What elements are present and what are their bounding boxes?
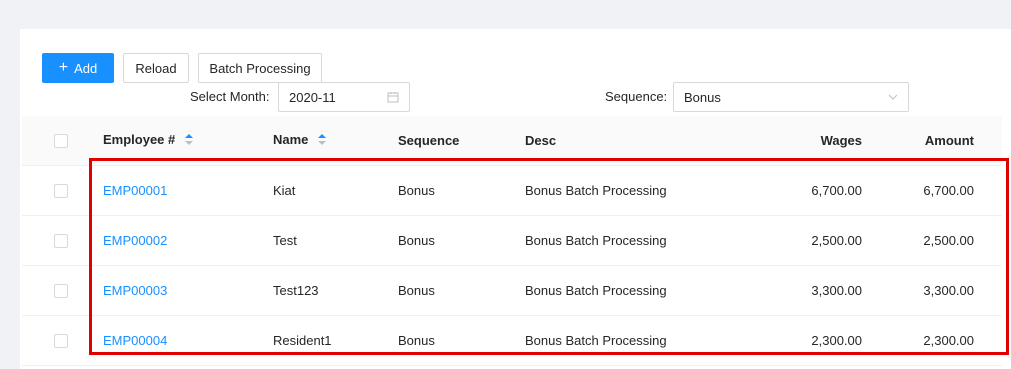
col-desc: Desc <box>525 116 730 166</box>
sequence-select[interactable]: Bonus <box>673 82 909 112</box>
select-all-checkbox[interactable] <box>54 134 68 149</box>
calendar-icon <box>387 91 399 103</box>
table-row: EMP00002 Test Bonus Bonus Batch Processi… <box>22 215 1002 266</box>
employee-name: Test123 <box>273 265 398 316</box>
desc-cell: Bonus Batch Processing <box>525 265 730 316</box>
desc-cell: Bonus Batch Processing <box>525 165 730 216</box>
row-checkbox[interactable] <box>54 183 68 198</box>
wages-cell: 6,700.00 <box>730 165 862 216</box>
add-button[interactable]: + Add <box>42 53 114 83</box>
row-checkbox[interactable] <box>54 333 68 348</box>
desc-cell: Bonus Batch Processing <box>525 315 730 366</box>
employee-link[interactable]: EMP00003 <box>103 283 167 298</box>
month-picker[interactable]: 2020-11 <box>278 82 410 112</box>
sort-icon[interactable] <box>184 133 193 148</box>
select-month-label: Select Month: <box>190 89 270 104</box>
col-employee-label: Employee # <box>103 132 176 148</box>
sequence-cell: Bonus <box>398 265 525 316</box>
employee-link[interactable]: EMP00002 <box>103 233 167 248</box>
table-header-row: Employee # Name Sequence Desc Wages Amou… <box>22 116 1002 166</box>
sort-icon[interactable] <box>318 133 327 148</box>
amount-cell: 6,700.00 <box>862 165 1002 216</box>
employee-name: Resident1 <box>273 315 398 366</box>
sequence-cell: Bonus <box>398 215 525 266</box>
employee-name: Kiat <box>273 165 398 216</box>
batch-processing-button[interactable]: Batch Processing <box>198 53 322 83</box>
sequence-cell: Bonus <box>398 315 525 366</box>
employee-name: Test <box>273 215 398 266</box>
col-sequence: Sequence <box>398 116 525 166</box>
col-name[interactable]: Name <box>273 116 398 166</box>
employee-link[interactable]: EMP00004 <box>103 333 167 348</box>
amount-cell: 2,500.00 <box>862 215 1002 266</box>
table-row: EMP00003 Test123 Bonus Bonus Batch Proce… <box>22 265 1002 316</box>
sequence-cell: Bonus <box>398 165 525 216</box>
sequence-label: Sequence: <box>605 89 668 104</box>
chevron-down-icon <box>888 94 898 100</box>
table-row: EMP00004 Resident1 Bonus Bonus Batch Pro… <box>22 315 1002 366</box>
plus-icon: + <box>58 59 69 76</box>
employee-link[interactable]: EMP00001 <box>103 183 167 198</box>
employee-table: Employee # Name Sequence Desc Wages Amou… <box>22 116 1002 366</box>
col-name-label: Name <box>273 132 309 148</box>
table-row: EMP00001 Kiat Bonus Bonus Batch Processi… <box>22 165 1002 216</box>
col-wages: Wages <box>730 116 862 166</box>
col-employee[interactable]: Employee # <box>103 116 273 166</box>
month-value: 2020-11 <box>289 89 336 105</box>
col-amount: Amount <box>862 116 1002 166</box>
add-button-label: Add <box>74 60 98 76</box>
row-checkbox[interactable] <box>54 283 68 298</box>
reload-button[interactable]: Reload <box>123 53 189 83</box>
wages-cell: 3,300.00 <box>730 265 862 316</box>
wages-cell: 2,500.00 <box>730 215 862 266</box>
amount-cell: 3,300.00 <box>862 265 1002 316</box>
row-checkbox[interactable] <box>54 233 68 248</box>
desc-cell: Bonus Batch Processing <box>525 215 730 266</box>
amount-cell: 2,300.00 <box>862 315 1002 366</box>
wages-cell: 2,300.00 <box>730 315 862 366</box>
sequence-value: Bonus <box>684 89 721 105</box>
